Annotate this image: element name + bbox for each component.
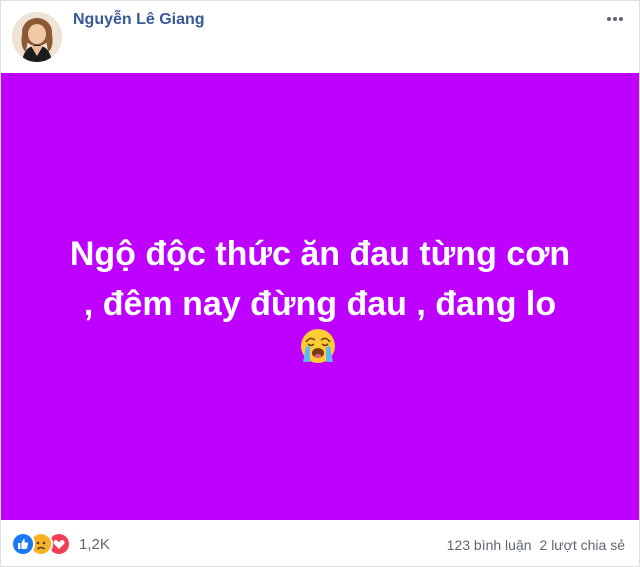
post-header: Nguyễn Lê Giang [1, 1, 639, 73]
post-footer: 1,2K 123 bình luận 2 lượt chia sẻ [1, 520, 639, 566]
share-count-link[interactable]: 2 lượt chia sẻ [540, 537, 625, 553]
post-card: Nguyễn Lê Giang Ngộ độc thức ăn đau từng… [0, 0, 640, 567]
comment-count-link[interactable]: 123 bình luận [447, 537, 532, 553]
avatar-image [12, 12, 62, 62]
reactions-summary[interactable]: 1,2K [11, 532, 110, 556]
post-stats: 123 bình luận 2 lượt chia sẻ [447, 537, 625, 553]
status-background-panel: Ngộ độc thức ăn đau từng cơn , đêm nay đ… [1, 73, 639, 520]
author-name[interactable]: Nguyễn Lê Giang [73, 11, 205, 29]
like-reaction-icon [11, 532, 35, 556]
avatar[interactable] [12, 12, 62, 62]
crying-face-icon [301, 329, 335, 363]
more-options-button[interactable] [603, 9, 627, 29]
reaction-count: 1,2K [79, 535, 110, 553]
status-text: Ngộ độc thức ăn đau từng cơn , đêm nay đ… [69, 235, 571, 323]
more-dots-icon [607, 17, 623, 21]
